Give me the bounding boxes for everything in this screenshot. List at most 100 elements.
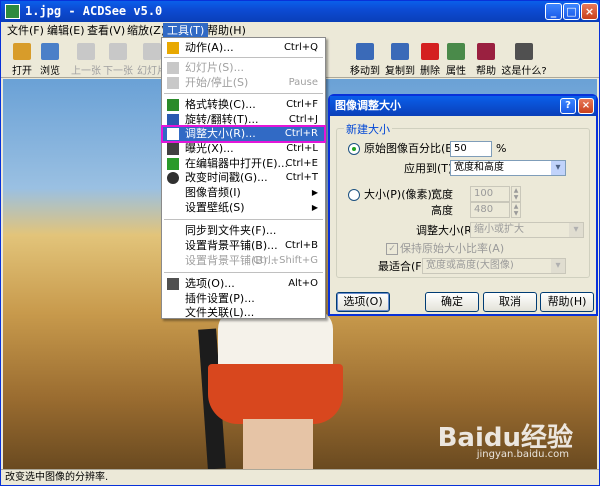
menu-item-label: 曝光(X)... xyxy=(185,142,234,155)
dialog-title: 图像调整大小 xyxy=(335,99,401,112)
submenu-arrow-icon: ▶ xyxy=(311,188,318,197)
width-label: 宽度 xyxy=(431,188,453,201)
menu-item-bg-tile[interactable]: 设置背景平铺(B)... Ctrl+B xyxy=(163,239,324,253)
convert-icon xyxy=(167,99,179,111)
percent-input[interactable]: 50 xyxy=(450,141,492,157)
menu-item-label: 幻灯片(S)... xyxy=(185,61,245,74)
menu-item-shortcut: Ctrl+T xyxy=(285,172,318,183)
menu-item-shortcut: Pause xyxy=(288,77,318,88)
rotate-icon xyxy=(167,114,179,126)
exposure-icon xyxy=(167,143,179,155)
browse-button[interactable]: 浏览 xyxy=(31,42,69,77)
baidu-watermark-url: jingyan.baidu.com xyxy=(476,449,569,460)
height-spinner[interactable]: ▲ ▼ xyxy=(511,202,521,218)
menu-separator xyxy=(164,93,323,94)
menu-item-exposure[interactable]: 曝光(X)... Ctrl+L xyxy=(163,142,324,156)
menu-item-label: 格式转换(C)... xyxy=(185,98,256,111)
menu-item-label: 图像音频(I) xyxy=(185,186,241,199)
menu-item-open-editor[interactable]: 在编辑器中打开(E)... Ctrl+E xyxy=(163,157,324,171)
photo-skirt xyxy=(208,364,343,424)
move-to-label: 移动到 xyxy=(350,66,380,77)
menu-item-shortcut: Ctrl+R xyxy=(284,128,318,139)
width-input[interactable]: 100 xyxy=(470,186,510,202)
keep-ratio-checkbox[interactable]: ✓ xyxy=(386,243,398,255)
menu-file[interactable]: 文件(F) xyxy=(3,23,48,39)
menu-separator xyxy=(164,57,323,58)
menu-item-convert[interactable]: 格式转换(C)... Ctrl+F xyxy=(163,98,324,112)
menu-edit[interactable]: 编辑(E) xyxy=(43,23,89,39)
menu-item-shortcut: Ctrl+Shift+G xyxy=(252,255,318,266)
menu-item-start-stop[interactable]: 开始/停止(S) Pause xyxy=(163,76,324,90)
submenu-arrow-icon: ▶ xyxy=(311,203,318,212)
help-dialog-button[interactable]: 帮助(H) xyxy=(540,292,594,312)
height-input[interactable]: 480 xyxy=(470,202,510,218)
cancel-button[interactable]: 取消 xyxy=(483,292,537,312)
resize-icon xyxy=(167,128,179,140)
minimize-button[interactable]: _ xyxy=(545,3,562,20)
next-icon xyxy=(109,43,127,60)
group-title: 新建大小 xyxy=(344,121,392,137)
percent-radio[interactable] xyxy=(348,143,360,155)
close-button[interactable]: × xyxy=(581,3,598,20)
width-spinner[interactable]: ▲ ▼ xyxy=(511,186,521,202)
menu-item-resize[interactable]: 调整大小(R)... Ctrl+R xyxy=(161,125,326,143)
menu-item-action[interactable]: 动作(A)... Ctrl+Q xyxy=(163,41,324,55)
title-bar[interactable]: 1.jpg - ACDSee v5.0 _ □ × xyxy=(1,1,599,22)
menu-item-bg-tile-2[interactable]: 设置背景平铺(B)... Ctrl+Shift+G xyxy=(163,254,324,268)
move-to-button[interactable]: 移动到 xyxy=(346,42,384,77)
dialog-title-bar[interactable]: 图像调整大小 ? × xyxy=(330,96,596,116)
menu-item-image-audio[interactable]: 图像音频(I) ▶ xyxy=(163,186,324,200)
menu-item-rotate[interactable]: 旋转/翻转(T)... Ctrl+J xyxy=(163,113,324,127)
move-to-icon xyxy=(356,43,374,60)
menu-separator xyxy=(164,272,323,273)
app-window: 1.jpg - ACDSee v5.0 _ □ × 文件(F) 编辑(E) 查看… xyxy=(0,0,600,486)
browse-label: 浏览 xyxy=(40,66,60,77)
maximize-button[interactable]: □ xyxy=(563,3,580,20)
menu-item-label: 开始/停止(S) xyxy=(185,76,249,89)
copy-to-icon xyxy=(391,43,409,60)
menu-item-label: 文件关联(L)... xyxy=(185,306,255,319)
apply-to-label: 应用到(T) xyxy=(404,162,453,175)
slideshow-icon xyxy=(143,43,161,60)
menu-item-slideshow[interactable]: 幻灯片(S)... xyxy=(163,61,324,75)
menu-item-file-assoc[interactable]: 文件关联(L)... xyxy=(163,306,324,320)
resize-label: 调整大小(R) xyxy=(416,224,477,237)
prev-icon xyxy=(77,43,95,60)
menu-item-shortcut: Ctrl+E xyxy=(285,158,319,169)
best-fit-select[interactable]: 宽度或高度(大图像) xyxy=(422,258,566,274)
menu-item-shortcut: Ctrl+Q xyxy=(283,42,318,53)
help-label: 帮助 xyxy=(476,66,496,77)
resize-select[interactable]: 缩小或扩大 xyxy=(470,222,584,238)
status-text: 改变选中图像的分辨率. xyxy=(5,472,109,483)
window-title: 1.jpg - ACDSee v5.0 xyxy=(25,4,163,18)
dialog-close-icon[interactable]: × xyxy=(578,98,594,114)
percent-label: 原始图像百分比(E): xyxy=(364,142,461,155)
menu-item-wallpaper[interactable]: 设置壁纸(S) ▶ xyxy=(163,201,324,215)
menu-item-label: 选项(O)... xyxy=(185,277,235,290)
menu-item-label: 插件设置(P)... xyxy=(185,292,255,305)
menu-separator xyxy=(164,219,323,220)
options-button[interactable]: 选项(O) xyxy=(336,292,390,312)
properties-icon xyxy=(447,43,465,60)
menu-item-shortcut: Ctrl+F xyxy=(286,99,318,110)
menu-item-sync-folder[interactable]: 同步到文件夹(F)... xyxy=(163,224,324,238)
whats-this-button[interactable]: 这是什么? xyxy=(497,42,551,77)
menu-item-label: 同步到文件夹(F)... xyxy=(185,224,277,237)
menu-item-label: 调整大小(R)... xyxy=(185,127,256,140)
resize-dialog: 图像调整大小 ? × 新建大小 原始图像百分比(E): 50 % 应用到(T) … xyxy=(328,94,598,316)
menu-item-timestamp[interactable]: 改变时间戳(G)... Ctrl+T xyxy=(163,171,324,185)
open-folder-icon xyxy=(13,43,31,60)
size-label: 大小(P)(像素): xyxy=(364,188,436,201)
menu-item-plugins[interactable]: 插件设置(P)... xyxy=(163,292,324,306)
dialog-help-icon[interactable]: ? xyxy=(560,98,576,114)
menu-item-shortcut: Ctrl+B xyxy=(284,240,318,251)
menu-item-label: 动作(A)... xyxy=(185,41,234,54)
next-button[interactable]: 下一张 xyxy=(99,42,137,77)
menu-item-label: 旋转/翻转(T)... xyxy=(185,113,259,126)
play-icon xyxy=(167,77,179,89)
size-radio[interactable] xyxy=(348,189,360,201)
menu-item-options[interactable]: 选项(O)... Alt+O xyxy=(163,277,324,291)
ok-button[interactable]: 确定 xyxy=(425,292,479,312)
apply-to-select[interactable]: 宽度和高度 xyxy=(450,160,566,176)
properties-label: 属性 xyxy=(446,66,466,77)
